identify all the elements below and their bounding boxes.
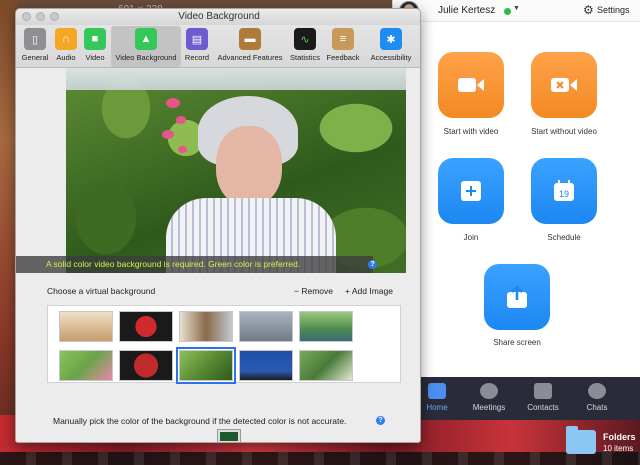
warning-banner: A solid color video background is requir…: [16, 256, 377, 273]
home-icon: [428, 383, 446, 399]
schedule-button[interactable]: 19: [531, 158, 597, 224]
nav-chats-label: Chats: [586, 403, 608, 412]
join-button[interactable]: [438, 158, 504, 224]
calendar-icon: 19: [554, 180, 574, 201]
gear-icon[interactable]: ⚙: [583, 4, 594, 16]
thumb-flowers[interactable]: [59, 350, 113, 381]
zoom-topbar: Julie Kertesz ▼ ⚙ Settings: [393, 0, 640, 22]
remove-label: Remove: [301, 286, 333, 296]
thumb-room[interactable]: [59, 311, 113, 342]
clipboard-icon: ≡: [332, 28, 354, 50]
choose-background-label: Choose a virtual background: [47, 286, 156, 296]
chat-icon: [588, 383, 606, 399]
headphones-icon: ∩: [55, 28, 77, 50]
person-face: [216, 126, 282, 206]
nav-home-label: Home: [426, 403, 448, 412]
thumb-pond[interactable]: [299, 311, 353, 342]
nav-meetings[interactable]: Meetings: [461, 377, 517, 420]
film-icon: ▤: [186, 28, 208, 50]
chevron-down-icon[interactable]: ▼: [513, 5, 520, 12]
flower: [176, 116, 186, 124]
tab-advanced-features[interactable]: ▬ Advanced Features: [213, 26, 287, 67]
tab-general-label: General: [21, 53, 49, 62]
video-off-icon: [551, 78, 577, 92]
tab-statistics[interactable]: ∿ Statistics: [287, 26, 323, 67]
video-camera-icon: [458, 78, 484, 92]
nav-contacts[interactable]: Contacts: [515, 377, 571, 420]
status-dot-icon[interactable]: [504, 8, 511, 15]
thumb-red-sign[interactable]: [119, 311, 173, 342]
schedule-label: Schedule: [547, 233, 581, 242]
preview-window-frame: [66, 68, 406, 90]
plus-icon: [461, 181, 481, 201]
tab-advanced-features-label: Advanced Features: [217, 53, 283, 62]
flower: [166, 98, 180, 108]
tab-general[interactable]: ▯ General: [18, 26, 52, 67]
dock-strip: [0, 452, 640, 465]
background-color-swatch[interactable]: [218, 430, 240, 442]
tab-record-label: Record: [184, 53, 210, 62]
tab-statistics-label: Statistics: [289, 53, 320, 62]
flower: [178, 146, 187, 153]
thumb-sky[interactable]: [239, 350, 293, 381]
folder-item-count: 10 items: [603, 444, 634, 453]
tab-accessibility[interactable]: ✱ Accessibility: [363, 26, 419, 67]
clock-icon: [480, 383, 498, 399]
manual-color-text: Manually pick the color of the backgroun…: [53, 416, 347, 426]
video-camera-icon: ■: [84, 28, 106, 50]
join-label: Join: [463, 233, 479, 242]
zoom-home-window: Julie Kertesz ▼ ⚙ Settings Start with vi…: [392, 0, 640, 420]
zoom-bottom-nav: Home Meetings Contacts Chats: [393, 377, 640, 420]
settings-dialog: Video Background ▯ General ∩ Audio ■ Vid…: [15, 8, 421, 443]
share-arrow-icon: [507, 285, 527, 308]
folder-icon[interactable]: [566, 426, 596, 454]
camera-preview: [66, 68, 406, 273]
remove-background-button[interactable]: − Remove: [294, 286, 333, 296]
nav-chats[interactable]: Chats: [569, 377, 625, 420]
start-with-video-label: Start with video: [443, 127, 499, 136]
tab-record[interactable]: ▤ Record: [182, 26, 212, 67]
tab-audio-label: Audio: [56, 53, 76, 62]
nav-contacts-label: Contacts: [527, 403, 559, 412]
tab-video-background[interactable]: ▲ Video Background: [111, 26, 181, 67]
chart-icon: ∿: [294, 28, 316, 50]
background-gallery: [47, 305, 401, 384]
landscape-icon: ▲: [135, 28, 157, 50]
start-without-video-button[interactable]: [531, 52, 597, 118]
calendar-day: 19: [559, 189, 569, 199]
help-icon[interactable]: ?: [368, 260, 377, 269]
help-icon[interactable]: ?: [376, 416, 385, 425]
settings-button[interactable]: Settings: [597, 5, 630, 15]
folder-title[interactable]: Folders: [603, 432, 636, 442]
tab-audio[interactable]: ∩ Audio: [53, 26, 79, 67]
flower: [162, 130, 174, 139]
start-with-video-button[interactable]: [438, 52, 504, 118]
thumb-interior[interactable]: [239, 311, 293, 342]
thumb-garden[interactable]: [176, 347, 236, 384]
thumb-red-poster[interactable]: [119, 350, 173, 381]
toolbox-icon: ▬: [239, 28, 261, 50]
add-image-button[interactable]: + Add Image: [345, 286, 393, 296]
dialog-titlebar[interactable]: Video Background: [16, 9, 420, 25]
share-screen-button[interactable]: [484, 264, 550, 330]
tab-feedback[interactable]: ≡ Feedback: [325, 26, 361, 67]
settings-toolbar: ▯ General ∩ Audio ■ Video ▲ Video Backgr…: [16, 25, 420, 68]
contacts-icon: [534, 383, 552, 399]
phone-icon: ▯: [24, 28, 46, 50]
accessibility-icon: ✱: [380, 28, 402, 50]
nav-meetings-label: Meetings: [472, 403, 506, 412]
tab-video-label: Video: [85, 53, 105, 62]
tab-accessibility-label: Accessibility: [370, 53, 412, 62]
user-name[interactable]: Julie Kertesz: [438, 5, 495, 16]
warning-text: A solid color video background is requir…: [46, 259, 301, 269]
add-image-label: Add Image: [351, 286, 393, 296]
thumb-plants[interactable]: [299, 350, 353, 381]
start-without-video-label: Start without video: [531, 127, 597, 136]
thumb-office[interactable]: [179, 311, 233, 342]
tab-video[interactable]: ■ Video: [81, 26, 109, 67]
share-screen-label: Share screen: [493, 338, 541, 347]
tab-video-background-label: Video Background: [115, 53, 177, 62]
dialog-title: Video Background: [178, 11, 260, 22]
tab-feedback-label: Feedback: [326, 53, 360, 62]
